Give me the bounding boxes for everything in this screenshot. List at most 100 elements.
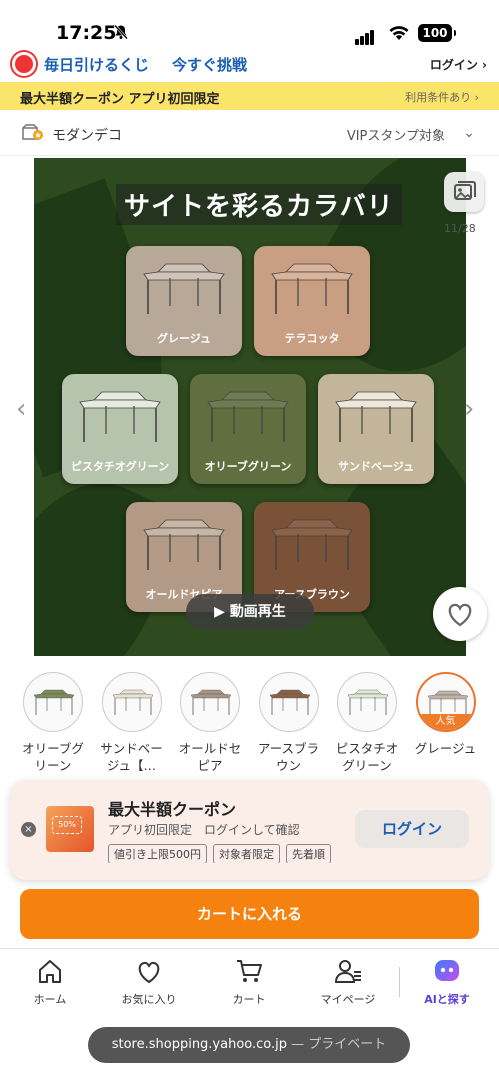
lottery-banner[interactable]: 毎日引けるくじ 今すぐ挑戦 ログイン › [0,48,499,80]
private-label: — プライベート [287,1037,387,1052]
gazebo-icon [143,519,225,570]
home-icon [39,960,61,983]
status-time: 17:25 [56,22,117,44]
tab-home[interactable]: ホーム [10,957,90,1007]
variant-option[interactable]: アースブラ ウン [254,672,324,774]
lottery-label[interactable]: 毎日引けるくじ [44,54,149,75]
play-video-button[interactable]: ▶ 動画再生 [186,594,314,630]
close-icon[interactable]: × [21,822,36,837]
coupon-badge: 50% [52,816,82,834]
tab-label: お気に入り [121,993,177,1006]
cart-icon [237,960,262,982]
favorite-button[interactable] [433,587,487,641]
tab-label: AIと探す [424,993,470,1006]
gazebo-icon [190,689,232,715]
url-domain: store.shopping.yahoo.co.jp [111,1037,288,1052]
user-icon [334,960,361,983]
coupon-tag: 値引き上限500円 [108,844,207,863]
lottery-cta[interactable]: 今すぐ挑戦 [172,54,247,75]
tab-label: カート [232,993,266,1006]
gazebo-icon [335,391,417,442]
variant-name: オールドセ ピア [178,741,242,773]
gazebo-icon [112,689,153,715]
gallery-icon[interactable] [444,172,484,212]
swatch-label: テラコッタ [284,332,340,345]
gazebo-icon [271,519,353,570]
tab-label: ホーム [33,993,67,1006]
variant-name: サンドベー ジュ【… [100,741,163,773]
variant-thumbnail: 人気 [415,672,476,732]
signal-icon [355,26,375,45]
variant-name: オリーブグ リーン [22,741,84,773]
prev-arrow-icon[interactable]: ‹ [16,394,26,424]
coupon-image: 50% [46,806,94,852]
variant-thumbnail [101,672,162,732]
variant-thumbnail [337,672,397,732]
swatch-label: グレージュ [156,332,211,345]
variant-option[interactable]: ピスタチオ グリーン [332,672,402,774]
tab-cart[interactable]: カート [209,957,289,1007]
coupon-tags: 値引き上限500円 対象者限定 先着順 [108,843,348,863]
battery-indicator: 100 [418,24,456,42]
coupon-strip-text: 最大半額クーポン アプリ初回限定 [20,92,220,107]
popular-badge: 人気 [417,714,474,730]
color-swatch: サンドベージュ [318,374,434,484]
coupon-popup: × 50% 最大半額クーポン アプリ初回限定 ログインして確認 値引き上限500… [10,780,489,880]
image-counter: 11/28 [444,222,476,235]
variant-name: グレージュ [414,741,477,756]
status-bar: 17:25 100 [0,0,499,48]
variant-option[interactable]: サンドベー ジュ【… [97,672,167,774]
hero-title: サイトを彩るカラバリ [116,184,402,225]
variant-option[interactable]: オールドセ ピア [175,672,245,774]
variant-name: アースブラ ウン [257,741,320,773]
swatch-label: ピスタチオグリーン [70,460,170,473]
store-name[interactable]: モダンデコ [52,125,122,145]
coupon-strip[interactable]: 最大半額クーポン アプリ初回限定 利用条件あり › [0,82,499,110]
vip-stamp-label[interactable]: VIPスタンプ対象 [347,125,445,144]
next-arrow-icon[interactable]: › [464,394,474,424]
gazebo-icon [33,689,75,715]
tab-label: マイページ [320,993,376,1006]
gazebo-icon [271,263,353,314]
chevron-down-icon[interactable]: ⌄ [463,125,475,141]
bottom-tab-bar: ホーム お気に入り カート マイページ AIと探す [0,948,499,1014]
product-hero-image[interactable]: サイトを彩るカラバリ グレージュ テラコッタピスタチオグリーン オリーブグリーン サン… [34,158,466,656]
variant-option[interactable]: オリーブグ リーン [18,672,88,774]
variant-selector: オリーブグ リーン サンドベー ジュ【… オールドセ ピア アースブラ ウン ピスタチオ… [0,672,499,782]
color-swatch: テラコッタ [254,246,370,356]
swatch-label: サンドベージュ [337,460,414,473]
coupon-subtitle: アプリ初回限定 ログインして確認 [108,823,300,837]
variant-thumbnail [258,672,319,732]
variant-option[interactable]: 人気 グレージュ [411,672,481,757]
swatch-label: オリーブグリーン [204,460,292,473]
store-row[interactable]: モダンデコ VIPスタンプ対象 ⌄ [0,114,499,156]
color-swatch: オリーブグリーン [190,374,306,484]
heart-icon [448,603,472,627]
coupon-title: 最大半額クーポン [108,800,237,819]
coupon-login-button[interactable]: ログイン [355,810,469,848]
gazebo-icon [347,689,389,715]
heart-icon [138,961,160,984]
coupon-tag: 先着順 [286,844,331,863]
variant-thumbnail [180,672,240,732]
variant-thumbnail [23,672,83,732]
gazebo-icon [207,391,289,442]
header-login-link[interactable]: ログイン › [430,56,487,73]
variant-name: ピスタチオ グリーン [335,741,399,773]
tab-favorites[interactable]: お気に入り [109,957,189,1007]
coupon-tag: 対象者限定 [213,844,280,863]
target-icon [12,52,36,76]
gazebo-icon [143,263,225,314]
tab-ai-search[interactable]: AIと探す [407,957,487,1007]
color-swatch: ピスタチオグリーン [62,374,178,484]
wifi-icon [389,26,409,40]
color-swatch: グレージュ [126,246,242,356]
coupon-terms-link[interactable]: 利用条件あり › [405,89,479,105]
store-badge-icon [22,124,43,140]
tab-mypage[interactable]: マイページ [308,957,388,1007]
add-to-cart-button[interactable]: カートに入れる [20,889,479,939]
url-bar[interactable]: store.shopping.yahoo.co.jp — プライベート [88,1027,410,1063]
tab-divider [399,967,400,997]
gazebo-icon [269,689,310,715]
bell-muted-icon [114,24,128,40]
